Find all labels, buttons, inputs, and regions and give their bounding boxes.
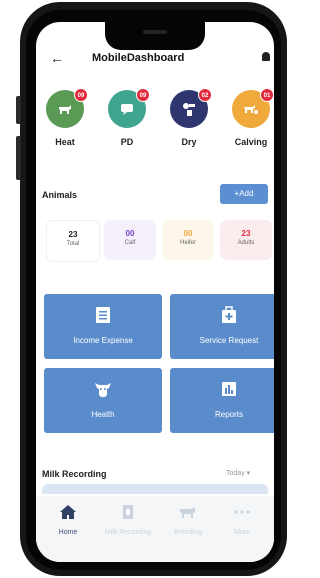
speaker xyxy=(143,30,167,34)
stat-label: Total xyxy=(66,241,80,247)
milk-recording-title: Milk Recording xyxy=(42,469,107,479)
category-circle: 09 xyxy=(46,88,88,128)
stat-label: Heifer xyxy=(179,240,196,246)
category-pd[interactable]: 09 PD xyxy=(102,88,152,147)
stat-adults[interactable]: 23 Adults xyxy=(220,220,272,260)
milk-icon xyxy=(183,103,195,116)
count-badge: 09 xyxy=(74,88,88,102)
stat-calf[interactable]: 00 Calf xyxy=(104,220,156,260)
count-badge: 09 xyxy=(136,88,150,102)
bottom-nav: Home Milk Recording Breeding More xyxy=(36,496,274,562)
app-screen: ← MobileDashboard 09 Heat 09 PD 02 Dry 0… xyxy=(36,22,274,562)
tile-label: Health xyxy=(91,410,115,419)
tile-label: Service Request xyxy=(199,336,259,345)
notch xyxy=(105,22,205,50)
category-label: Dry xyxy=(181,137,197,147)
stat-value: 00 xyxy=(183,229,193,238)
category-label: Calving xyxy=(234,137,268,147)
count-badge: 02 xyxy=(198,88,212,102)
bar-chart-icon xyxy=(222,382,236,396)
message-icon xyxy=(121,104,133,115)
cow-icon xyxy=(180,507,195,518)
tile-income-expense[interactable]: Income Expense xyxy=(44,294,162,359)
nav-more[interactable]: More xyxy=(212,504,272,536)
stat-value: 23 xyxy=(241,229,251,238)
stat-label: Adults xyxy=(237,240,255,246)
more-icon xyxy=(234,510,250,514)
date-filter-dropdown[interactable]: Today ▾ xyxy=(226,469,250,477)
category-label: Heat xyxy=(55,137,75,147)
nav-label: Home xyxy=(58,529,78,536)
stat-value: 00 xyxy=(125,229,135,238)
cow-icon xyxy=(59,105,71,114)
stat-value: 23 xyxy=(68,230,78,239)
tile-label: Income Expense xyxy=(73,336,133,345)
medical-kit-icon xyxy=(222,306,236,323)
category-row: 09 Heat 09 PD 02 Dry 01 Calving xyxy=(36,88,274,170)
stat-label: Calf xyxy=(124,240,136,246)
category-heat[interactable]: 09 Heat xyxy=(40,88,90,147)
tile-label: Reports xyxy=(214,410,243,419)
count-badge: 01 xyxy=(260,88,274,102)
cow-head-icon xyxy=(95,383,111,397)
stat-total[interactable]: 23 Total xyxy=(46,220,100,262)
tile-service-request[interactable]: Service Request xyxy=(170,294,274,359)
nav-label: Milk Recording xyxy=(104,529,152,536)
list-icon xyxy=(96,307,110,323)
category-dry[interactable]: 02 Dry xyxy=(164,88,214,147)
category-circle: 09 xyxy=(108,88,150,128)
stat-heifer[interactable]: 00 Heifer xyxy=(162,220,214,260)
category-label: PD xyxy=(120,137,134,147)
tile-reports[interactable]: Reports xyxy=(170,368,274,433)
page-title: MobileDashboard xyxy=(92,52,185,64)
nav-label: More xyxy=(234,529,250,536)
volume-button xyxy=(16,96,21,124)
tile-health[interactable]: Health xyxy=(44,368,162,433)
animals-title: Animals xyxy=(42,190,78,200)
milk-recording-card xyxy=(42,484,268,494)
category-circle: 02 xyxy=(170,88,212,128)
cow-calf-icon xyxy=(244,105,258,114)
category-calving[interactable]: 01 Calving xyxy=(226,88,274,147)
nav-label: Breeding xyxy=(173,529,203,536)
nav-milk-recording[interactable]: Milk Recording xyxy=(98,504,158,536)
add-animal-button[interactable]: +Add xyxy=(220,184,268,204)
home-icon xyxy=(60,505,76,519)
milk-doc-icon xyxy=(123,505,133,519)
volume-button xyxy=(16,136,21,180)
category-circle: 01 xyxy=(232,88,274,128)
bell-icon[interactable] xyxy=(262,52,270,61)
nav-breeding[interactable]: Breeding xyxy=(158,504,218,536)
nav-home[interactable]: Home xyxy=(38,504,98,536)
back-arrow-icon[interactable]: ← xyxy=(50,50,64,66)
